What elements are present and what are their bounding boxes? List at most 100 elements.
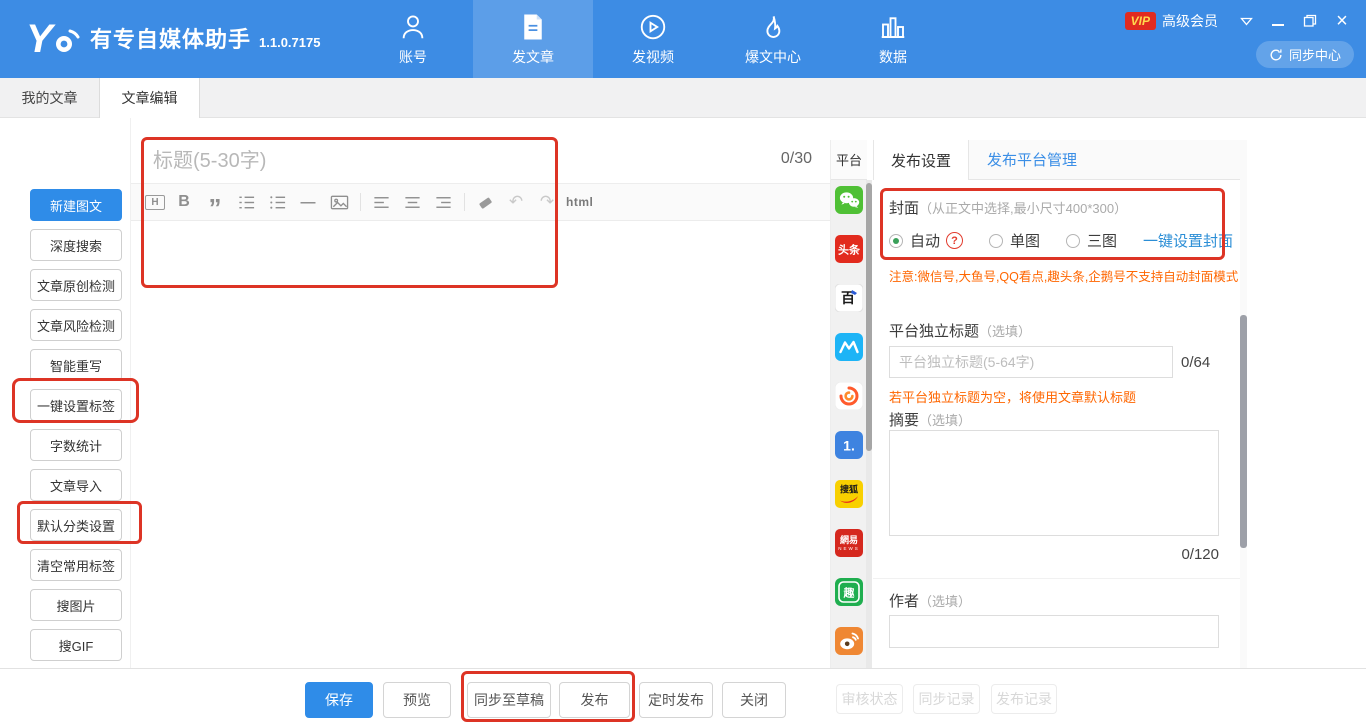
one-key-tags-button[interactable]: 一键设置标签: [30, 389, 122, 421]
platform-list: 头条 百 1. 搜狐 網易 NEWS 趣: [831, 180, 867, 668]
risk-check-button[interactable]: 文章风险检测: [30, 309, 122, 341]
title-char-counter: 0/30: [780, 150, 812, 167]
deep-search-button[interactable]: 深度搜索: [30, 229, 122, 261]
button-label: 搜图片: [56, 598, 96, 614]
button-label: 关闭: [740, 692, 768, 708]
article-import-button[interactable]: 文章导入: [30, 469, 122, 501]
tab-platform-management[interactable]: 发布平台管理: [987, 140, 1077, 180]
article-title-input[interactable]: [153, 143, 713, 179]
platform-column-header: 平台: [831, 140, 867, 180]
svg-text:網易: 網易: [840, 534, 858, 545]
sync-center-button[interactable]: 同步中心: [1255, 41, 1354, 68]
platform-title-section-label: 平台独立标题（选填）: [889, 320, 1031, 341]
platform-title-input[interactable]: [889, 346, 1173, 378]
one-key-cover-link[interactable]: 一键设置封面: [1143, 230, 1233, 251]
originality-check-button[interactable]: 文章原创检测: [30, 269, 122, 301]
minimize-icon: [1272, 24, 1284, 26]
play-video-icon: [640, 14, 666, 39]
optional-mark: （选填）: [919, 413, 972, 428]
publish-settings-tabs: 发布设置 发布平台管理: [873, 139, 1244, 181]
button-label: 审核状态: [841, 691, 898, 707]
save-button[interactable]: 保存: [305, 682, 373, 718]
button-label: 文章风险检测: [36, 318, 115, 334]
phoenix-icon[interactable]: [835, 382, 863, 410]
horizontal-rule-icon[interactable]: —: [296, 190, 320, 214]
dayuhao-icon[interactable]: [835, 333, 863, 361]
insert-image-icon[interactable]: [327, 190, 351, 214]
qutoutiao-icon[interactable]: 趣: [835, 578, 863, 606]
yidianzixun-icon[interactable]: 1.: [835, 431, 863, 459]
user-icon: [402, 14, 424, 38]
close-editor-button[interactable]: 关闭: [722, 682, 786, 718]
eraser-icon[interactable]: [473, 190, 497, 214]
author-input[interactable]: [889, 615, 1219, 648]
platform-column: 平台 头条 百 1. 搜狐 網易 NEWS 趣: [830, 140, 867, 668]
nav-item-publish-video[interactable]: 发视频: [593, 0, 713, 78]
weibo-icon[interactable]: [835, 627, 863, 655]
svg-text:Y: Y: [26, 17, 56, 60]
publish-button[interactable]: 发布: [559, 682, 630, 718]
blockquote-icon[interactable]: ”: [203, 190, 227, 221]
unordered-list-icon[interactable]: [265, 190, 289, 214]
baijiahao-icon[interactable]: 百: [835, 284, 863, 312]
cover-option-single-image[interactable]: 单图: [989, 230, 1040, 251]
ordered-list-icon[interactable]: [234, 190, 258, 214]
help-icon[interactable]: ?: [946, 232, 964, 249]
article-body-editor[interactable]: [131, 221, 830, 668]
close-button[interactable]: ×: [1330, 10, 1354, 32]
platform-title-counter: 0/64: [1181, 354, 1211, 371]
radio-label: 单图: [1010, 233, 1041, 250]
sync-to-draft-button[interactable]: 同步至草稿: [467, 682, 551, 718]
toutiao-icon[interactable]: 头条: [835, 235, 863, 263]
html-source-button[interactable]: html: [566, 190, 593, 214]
platform-scrollbar-thumb[interactable]: [866, 183, 872, 451]
preview-button[interactable]: 预览: [383, 682, 451, 718]
membership-dropdown[interactable]: [1234, 10, 1258, 32]
flame-icon: [766, 15, 781, 38]
netease-icon[interactable]: 網易 NEWS: [835, 529, 863, 557]
smart-rewrite-button[interactable]: 智能重写: [30, 349, 122, 381]
align-right-icon[interactable]: [431, 190, 455, 214]
cover-option-three-images[interactable]: 三图: [1066, 230, 1117, 251]
button-label: 文章原创检测: [36, 278, 115, 294]
cover-option-auto[interactable]: 自动 ?: [889, 230, 964, 251]
summary-textarea[interactable]: [889, 430, 1219, 536]
svg-text:搜狐: 搜狐: [840, 484, 858, 495]
nav-item-account[interactable]: 账号: [353, 0, 473, 78]
tab-my-articles[interactable]: 我的文章: [0, 78, 100, 118]
button-label: 清空常用标签: [36, 558, 115, 574]
maximize-button[interactable]: [1298, 10, 1322, 32]
word-count-button[interactable]: 字数统计: [30, 429, 122, 461]
nav-item-publish-article[interactable]: 发文章: [473, 0, 593, 78]
optional-mark: （选填）: [919, 594, 972, 609]
settings-scrollbar-thumb[interactable]: [1240, 315, 1247, 548]
nav-item-data[interactable]: 数据: [833, 0, 953, 78]
radio-icon: [1066, 233, 1081, 248]
summary-section-label: 摘要（选填）: [889, 409, 971, 430]
redo-icon[interactable]: ↷: [535, 190, 559, 214]
heading-icon[interactable]: H: [145, 194, 165, 210]
minimize-button[interactable]: [1266, 10, 1290, 32]
editor-toolbar: H B ” — ↶ ↷ html: [131, 184, 830, 221]
align-center-icon[interactable]: [400, 190, 424, 214]
search-image-button[interactable]: 搜图片: [30, 589, 122, 621]
wechat-icon[interactable]: [835, 186, 863, 214]
radio-label: 三图: [1087, 233, 1118, 250]
default-category-button[interactable]: 默认分类设置: [30, 509, 122, 541]
bold-icon[interactable]: B: [172, 190, 196, 214]
tab-publish-settings[interactable]: 发布设置: [873, 139, 969, 181]
nav-item-hot-articles[interactable]: 爆文中心: [713, 0, 833, 78]
sohu-icon[interactable]: 搜狐: [835, 480, 863, 508]
platform-list-scrollbar: [866, 180, 872, 668]
bottom-action-bar: 保存 预览 同步至草稿 发布 定时发布 关闭 审核状态 同步记录 发布记录: [0, 668, 1366, 728]
bar-chart-icon: [881, 16, 905, 38]
membership-level: 高级会员: [1162, 13, 1218, 29]
scheduled-publish-button[interactable]: 定时发布: [639, 682, 713, 718]
nav-label: 发文章: [512, 48, 554, 65]
new-article-button[interactable]: 新建图文: [30, 189, 122, 221]
search-gif-button[interactable]: 搜GIF: [30, 629, 122, 661]
undo-icon[interactable]: ↶: [504, 190, 528, 214]
clear-common-tags-button[interactable]: 清空常用标签: [30, 549, 122, 581]
tab-article-editor[interactable]: 文章编辑: [100, 78, 200, 118]
align-left-icon[interactable]: [369, 190, 393, 214]
